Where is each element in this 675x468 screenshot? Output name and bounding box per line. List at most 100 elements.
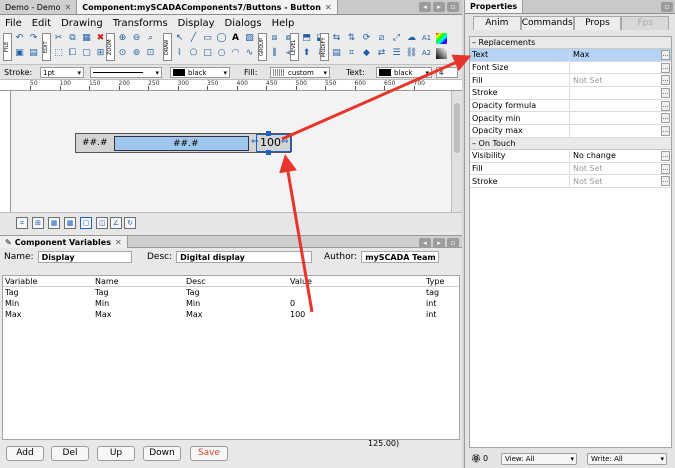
zoom-fit-icon[interactable]: ⌕: [145, 33, 156, 44]
menu-dialogs[interactable]: Dialogs: [220, 18, 267, 29]
property-value[interactable]: Not Set: [570, 175, 671, 187]
image-icon[interactable]: ▨: [244, 33, 255, 44]
maximize-icon[interactable]: ▫: [447, 238, 459, 248]
menu-edit[interactable]: Edit: [27, 18, 56, 29]
close-icon[interactable]: ✕: [65, 3, 72, 12]
guides-icon[interactable]: ▦: [48, 217, 60, 229]
property-value[interactable]: [570, 125, 671, 137]
table-row[interactable]: Tag Tag Tag tag: [3, 287, 459, 298]
cell-value[interactable]: 0: [290, 299, 426, 308]
menu-transforms[interactable]: Transforms: [108, 18, 173, 29]
property-value[interactable]: No change: [570, 150, 671, 162]
property-row[interactable]: Opacity max…: [470, 125, 671, 138]
more-options-icon[interactable]: …: [661, 62, 670, 73]
table-row[interactable]: Min Min Min 0 int: [3, 298, 459, 309]
property-value[interactable]: Max: [570, 49, 671, 61]
property-value[interactable]: [570, 100, 671, 112]
delete-icon[interactable]: ✖: [95, 33, 106, 44]
del-button[interactable]: Del: [51, 446, 89, 461]
menu-drawing[interactable]: Drawing: [56, 18, 108, 29]
section-replacements[interactable]: – Replacements: [470, 37, 671, 49]
arc-icon[interactable]: ◠: [230, 48, 241, 59]
crop-icon[interactable]: ⌗: [346, 48, 357, 59]
column-header-desc[interactable]: Desc: [186, 277, 290, 286]
zoom-reset-icon[interactable]: ⊚: [131, 48, 142, 59]
property-value[interactable]: [570, 62, 671, 74]
resize-arrow-icon[interactable]: ⇔: [281, 137, 289, 147]
font-icon[interactable]: A2: [421, 48, 432, 59]
rotate-icon[interactable]: ↻: [124, 217, 136, 229]
line-style-select[interactable]: ▾: [90, 67, 162, 78]
copy-icon[interactable]: ⧉: [67, 33, 78, 44]
group-icon[interactable]: ⧈: [269, 33, 280, 44]
up-button[interactable]: Up: [97, 446, 135, 461]
line-icon[interactable]: ╱: [188, 33, 199, 44]
link-icon[interactable]: ⛓: [406, 48, 417, 59]
paste-icon[interactable]: ▦: [81, 33, 92, 44]
resize-arrow-icon[interactable]: ⇔: [251, 137, 259, 147]
palette-icon[interactable]: [436, 48, 447, 59]
property-row[interactable]: Opacity min…: [470, 112, 671, 126]
raise-icon[interactable]: ⬆: [301, 48, 312, 59]
stroke-width-select[interactable]: 1pt ▾: [40, 67, 84, 78]
text-icon[interactable]: A: [230, 33, 241, 44]
property-row[interactable]: Fill Not Set…: [470, 74, 671, 88]
zoom-page-icon[interactable]: ⊡: [145, 48, 156, 59]
menu-display[interactable]: Display: [173, 18, 220, 29]
desc-field[interactable]: Digital display: [176, 251, 313, 263]
property-row[interactable]: Stroke Not Set…: [470, 175, 671, 188]
scale-icon[interactable]: ⤢: [391, 33, 402, 44]
square-icon[interactable]: □: [202, 48, 213, 59]
resize-handle[interactable]: [266, 131, 271, 136]
open-icon[interactable]: ▤: [28, 48, 39, 59]
text-size-select[interactable]: 4: [436, 67, 458, 78]
text-color-select[interactable]: black ▾: [376, 67, 432, 78]
name-field[interactable]: Display: [37, 251, 132, 263]
property-row[interactable]: Visibility No change…: [470, 149, 671, 163]
tab-component-variables[interactable]: ✎ Component Variables ✕: [0, 236, 128, 248]
ellipse-icon[interactable]: ◯: [216, 33, 227, 44]
connector-icon[interactable]: ⇄: [376, 48, 387, 59]
polygon-icon[interactable]: ⬠: [188, 48, 199, 59]
close-icon[interactable]: ✕: [325, 3, 332, 12]
property-row[interactable]: Text Max…: [470, 49, 671, 62]
redo-icon[interactable]: ↷: [28, 33, 39, 44]
select-icon[interactable]: ⬚: [53, 48, 64, 59]
snap-icon[interactable]: ⊞: [32, 217, 44, 229]
property-row[interactable]: Fill Not Set…: [470, 162, 671, 176]
vertical-scrollbar[interactable]: [451, 91, 462, 212]
polyline-icon[interactable]: ⌇: [174, 48, 185, 59]
down-button[interactable]: Down: [143, 446, 181, 461]
path-icon[interactable]: ∿: [244, 48, 255, 59]
frame-icon[interactable]: ▢: [80, 217, 92, 229]
close-icon[interactable]: ✕: [115, 238, 122, 247]
property-row[interactable]: Opacity formula…: [470, 99, 671, 113]
skew-icon[interactable]: ⧄: [376, 33, 387, 44]
widget-value-bar[interactable]: ##.#: [114, 136, 249, 151]
more-options-icon[interactable]: …: [661, 50, 670, 60]
zoom-out-icon[interactable]: ⊖: [131, 33, 142, 44]
cell-value[interactable]: 100: [290, 310, 426, 319]
table-icon[interactable]: ▩: [64, 217, 76, 229]
properties-icon[interactable]: ⊞: [95, 48, 106, 59]
more-options-icon[interactable]: …: [661, 163, 670, 174]
cut-icon[interactable]: ✂: [53, 33, 64, 44]
shapes-icon[interactable]: ◆: [361, 48, 372, 59]
more-options-icon[interactable]: …: [661, 88, 670, 99]
selected-text-value[interactable]: 100: [260, 136, 281, 149]
stroke-color-select[interactable]: black ▾: [170, 67, 230, 78]
table-row[interactable]: Max Max Max 100 int: [3, 309, 459, 320]
add-button[interactable]: Add: [6, 446, 44, 461]
save-button[interactable]: Save: [190, 446, 228, 461]
previous-icon[interactable]: ◂: [419, 2, 431, 12]
circle-icon[interactable]: ○: [216, 48, 227, 59]
section-on-touch[interactable]: – On Touch: [470, 137, 671, 150]
flip-v-icon[interactable]: ⇅: [346, 33, 357, 44]
flip-h-icon[interactable]: ⇆: [331, 33, 342, 44]
subtab-commands[interactable]: Commands: [520, 16, 574, 30]
write-select[interactable]: Write: All ▾: [587, 453, 667, 465]
next-icon[interactable]: ▸: [433, 2, 445, 12]
property-value[interactable]: [570, 112, 671, 124]
subtab-props[interactable]: Props: [573, 16, 622, 30]
property-value[interactable]: [570, 87, 671, 99]
